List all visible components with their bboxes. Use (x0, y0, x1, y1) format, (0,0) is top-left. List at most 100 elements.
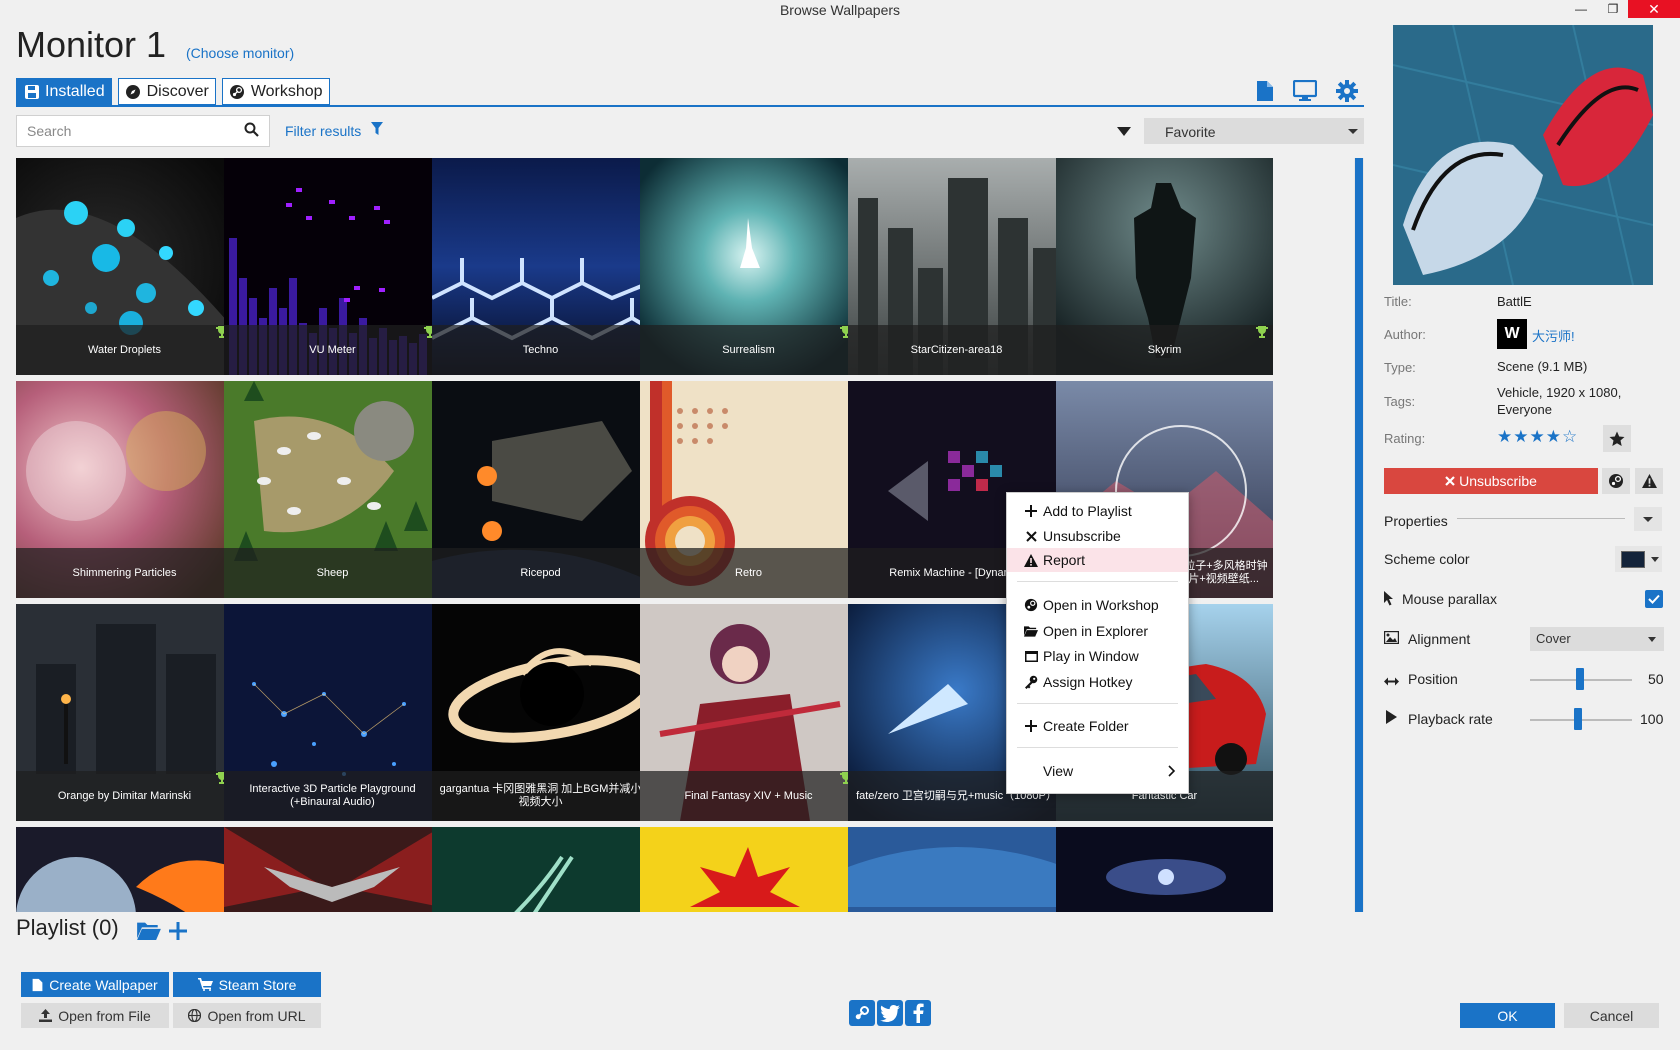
wallpaper-tile[interactable] (1056, 827, 1273, 912)
type-value: Scene (9.1 MB) (1497, 359, 1588, 374)
plus-icon (1024, 719, 1038, 733)
wallpaper-tile[interactable]: Techno (432, 158, 649, 375)
wallpaper-tile[interactable] (432, 827, 649, 912)
report-button[interactable] (1635, 468, 1663, 494)
wallpaper-tile[interactable] (16, 827, 233, 912)
tab-installed[interactable]: Installed (16, 78, 112, 105)
close-button[interactable]: ✕ (1628, 0, 1680, 18)
menu-item-view[interactable]: View (1007, 759, 1188, 783)
menu-item-open-in-workshop[interactable]: Open in Workshop (1007, 593, 1188, 617)
wallpaper-tile[interactable]: StarCitizen-area18 (848, 158, 1065, 375)
wallpaper-title: Retro (640, 548, 857, 598)
tab-workshop[interactable]: Workshop (221, 78, 330, 105)
scheme-color-picker[interactable] (1615, 546, 1662, 572)
steam-icon (229, 83, 246, 100)
wallpaper-tile[interactable]: Shimmering Particles (16, 381, 233, 598)
wallpaper-tile[interactable]: Interactive 3D Particle Playground (+Bin… (224, 604, 441, 821)
sort-select[interactable]: Favorite (1144, 118, 1364, 144)
position-slider-thumb[interactable] (1576, 668, 1584, 690)
filter-results-button[interactable]: Filter results (285, 122, 384, 139)
author-label: Author: (1384, 327, 1426, 342)
wallpaper-tile[interactable]: Retro (640, 381, 857, 598)
menu-item-label: Add to Playlist (1043, 503, 1132, 519)
author-link[interactable]: 大污师! (1532, 326, 1575, 345)
play-icon (1386, 710, 1397, 727)
choose-monitor-link[interactable]: (Choose monitor) (186, 45, 294, 61)
search-icon[interactable] (244, 122, 259, 140)
wallpaper-tile[interactable]: VU Meter (224, 158, 441, 375)
wallpaper-tile[interactable]: Skyrim (1056, 158, 1273, 375)
wallpaper-title: Skyrim (1056, 325, 1273, 375)
tab-discover[interactable]: Discover (117, 78, 216, 105)
menu-item-create-folder[interactable]: Create Folder (1007, 714, 1188, 738)
wallpaper-tile[interactable]: Sheep (224, 381, 441, 598)
steam-store-button[interactable]: Steam Store (173, 972, 321, 997)
playback-rate-value: 100 (1640, 711, 1664, 727)
check-icon (1648, 594, 1660, 604)
open-from-file-button[interactable]: Open from File (21, 1003, 169, 1028)
menu-item-open-in-explorer[interactable]: Open in Explorer (1007, 619, 1188, 643)
wallpaper-tile[interactable]: gargantua 卡冈图雅黑洞 加上BGM并减小视频大小 (432, 604, 649, 821)
sort-value: Favorite (1165, 124, 1216, 140)
wallpaper-tile[interactable] (848, 827, 1065, 912)
gear-icon[interactable] (1334, 78, 1360, 104)
steam-icon[interactable] (849, 1000, 875, 1026)
avatar[interactable]: W (1497, 319, 1527, 349)
document-icon[interactable] (1252, 78, 1278, 104)
cancel-label: Cancel (1589, 1007, 1634, 1024)
properties-header: Properties (1384, 513, 1448, 529)
folder-open-icon[interactable] (137, 921, 161, 943)
ok-button[interactable]: OK (1460, 1003, 1555, 1028)
warning-icon (1641, 474, 1657, 488)
alignment-select[interactable]: Cover (1530, 627, 1664, 651)
menu-item-label: Open in Workshop (1043, 597, 1159, 613)
wallpaper-title: Water Droplets (16, 325, 233, 375)
grid-scrollbar[interactable] (1354, 158, 1364, 912)
globe-icon (188, 1009, 202, 1022)
wallpaper-title: Final Fantasy XIV + Music (640, 771, 857, 821)
sort-direction-icon[interactable] (1117, 124, 1133, 138)
open-from-file-label: Open from File (58, 1007, 151, 1024)
properties-dropdown[interactable] (1634, 507, 1662, 531)
menu-item-assign-hotkey[interactable]: Assign Hotkey (1007, 670, 1188, 694)
create-wallpaper-button[interactable]: Create Wallpaper (21, 972, 169, 997)
tab-label: Installed (45, 82, 105, 100)
cancel-button[interactable]: Cancel (1564, 1003, 1659, 1028)
wallpaper-tile[interactable]: Surrealism (640, 158, 857, 375)
wallpaper-thumbnail (640, 827, 857, 912)
menu-item-add-to-playlist[interactable]: Add to Playlist (1007, 499, 1188, 523)
monitor-icon[interactable] (1292, 78, 1318, 104)
mouse-parallax-checkbox[interactable] (1645, 590, 1663, 608)
wallpaper-title: Shimmering Particles (16, 548, 233, 598)
add-playlist-icon[interactable] (169, 922, 187, 943)
facebook-icon[interactable] (905, 1000, 931, 1026)
playback-slider-thumb[interactable] (1574, 708, 1582, 730)
open-from-url-button[interactable]: Open from URL (173, 1003, 321, 1028)
search-input[interactable] (27, 123, 244, 139)
menu-item-unsubscribe[interactable]: Unsubscribe (1007, 524, 1188, 548)
steam-icon (1609, 474, 1623, 488)
save-icon (23, 83, 40, 100)
wallpaper-tile[interactable]: Orange by Dimitar Marinski (16, 604, 233, 821)
twitter-icon[interactable] (877, 1000, 903, 1026)
monitor-title: Monitor 1 (16, 24, 167, 65)
unsubscribe-button[interactable]: Unsubscribe (1384, 468, 1598, 494)
chevron-down-icon (1651, 557, 1659, 562)
favorite-button[interactable] (1603, 425, 1631, 452)
unsubscribe-label: Unsubscribe (1459, 473, 1537, 489)
wallpaper-tile[interactable] (224, 827, 441, 912)
wallpaper-tile[interactable]: Ricepod (432, 381, 649, 598)
wallpaper-tile[interactable] (640, 827, 857, 912)
wallpaper-thumbnail (848, 827, 1065, 912)
wallpaper-tile[interactable]: Final Fantasy XIV + Music (640, 604, 857, 821)
menu-item-play-in-window[interactable]: Play in Window (1007, 644, 1188, 668)
menu-item-label: Play in Window (1043, 648, 1139, 664)
menu-item-report[interactable]: Report (1007, 548, 1188, 572)
x-icon (1024, 529, 1038, 543)
open-workshop-button[interactable] (1602, 468, 1630, 494)
menu-item-label: Assign Hotkey (1043, 674, 1133, 690)
scrollbar-thumb[interactable] (1355, 158, 1363, 912)
wallpaper-tile[interactable]: Water Droplets (16, 158, 233, 375)
wallpaper-preview (1393, 25, 1653, 285)
compass-icon (125, 83, 142, 100)
